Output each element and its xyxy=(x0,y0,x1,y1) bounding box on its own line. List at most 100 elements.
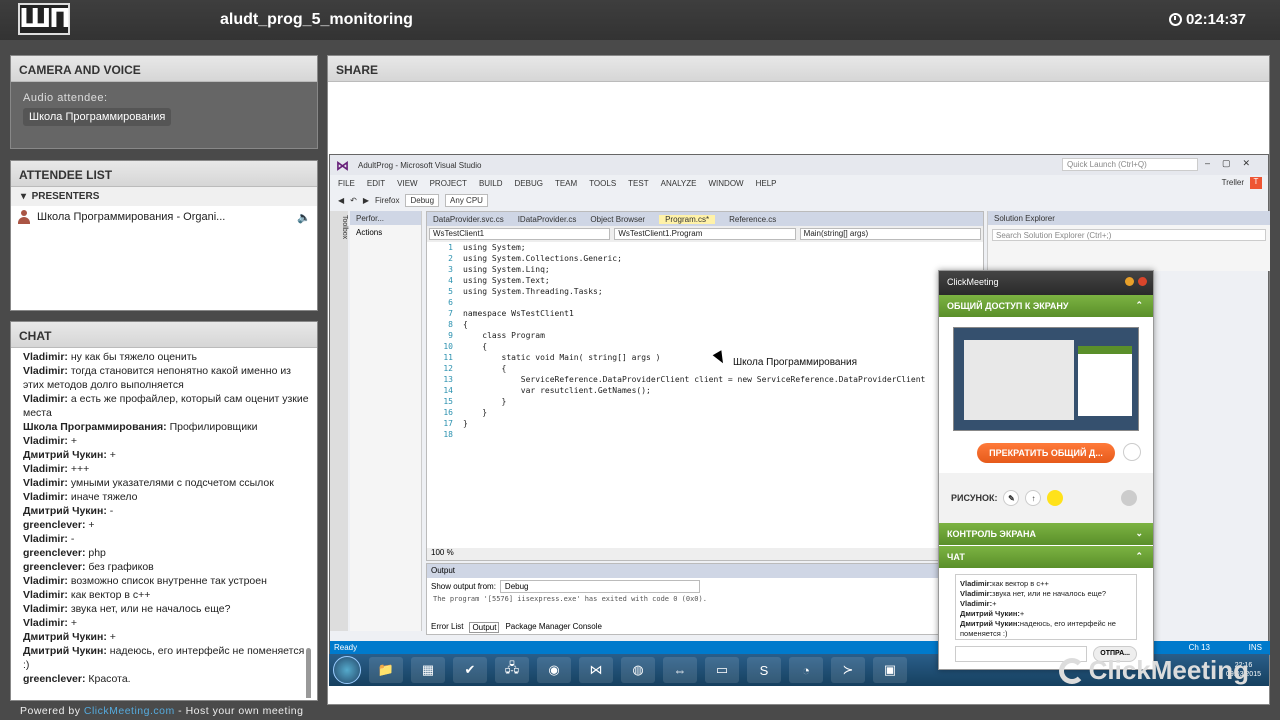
code-line: 9 class Program xyxy=(448,331,545,340)
mini-chat-log: Vladimir:как вектор в с++ Vladimir:звука … xyxy=(955,574,1137,640)
tab-output[interactable]: Output xyxy=(469,622,500,633)
code-line: 14 var resutclient.GetNames(); xyxy=(443,386,651,395)
back-icon[interactable]: ◀ xyxy=(338,196,344,205)
config-select[interactable]: Debug xyxy=(405,193,440,207)
window-icon[interactable]: ▭ xyxy=(705,657,739,683)
menu-item-tools[interactable]: TOOLS xyxy=(589,179,616,188)
menu-item-edit[interactable]: EDIT xyxy=(367,179,385,188)
code-text[interactable]: 1 using System; 2 using System.Collections.… xyxy=(427,242,983,440)
drawing-toolbar: РИСУНОК: ✎ ↑ xyxy=(939,473,1153,523)
output-source-row: Show output from: Debug xyxy=(427,578,983,595)
attendee-list-panel: ATTENDEE LIST ▾ PRESENTERS Школа Програм… xyxy=(10,160,318,311)
play-icon[interactable]: ▶ xyxy=(363,196,369,205)
zoom-level[interactable]: 100 % xyxy=(427,548,983,560)
chevron-up-icon: ⌃ xyxy=(1135,551,1143,561)
screen-control-section[interactable]: КОНТРОЛЬ ЭКРАНА ⌄ xyxy=(939,523,1153,545)
clickmeeting-link[interactable]: ClickMeeting.com xyxy=(84,705,175,717)
chat-message: Школа Программирования: Профилировщики xyxy=(23,421,258,433)
status-ins: INS xyxy=(1248,643,1262,652)
menu-item-team[interactable]: TEAM xyxy=(555,179,577,188)
menu-item-project[interactable]: PROJECT xyxy=(430,179,467,188)
menu-item-view[interactable]: VIEW xyxy=(397,179,417,188)
nav-project[interactable]: WsTestClient1 xyxy=(429,228,611,240)
code-editor[interactable]: DataProvider.svc.cs IDataProvider.cs Objec… xyxy=(426,211,984,561)
audio-attendee-name[interactable]: Школа Программирования xyxy=(23,108,172,126)
terminal-icon[interactable]: ▣ xyxy=(873,657,907,683)
stop-sharing-button[interactable]: ПРЕКРАТИТЬ ОБЩИЙ Д... xyxy=(977,443,1115,463)
menu-item-analyze[interactable]: ANALYZE xyxy=(661,179,697,188)
menu-item-help[interactable]: HELP xyxy=(756,179,777,188)
output-source-select[interactable]: Debug xyxy=(499,580,700,593)
attendee-name: Школа Программирования - Organi... xyxy=(37,211,226,223)
menu-item-test[interactable]: TEST xyxy=(628,179,648,188)
document-tab[interactable]: Program.cs* xyxy=(659,214,716,224)
editor-navbar: WsTestClient1 WsTestClient1.Program Main… xyxy=(427,226,983,242)
document-tab[interactable]: Reference.cs xyxy=(729,215,776,224)
powershell-icon[interactable]: ≻ xyxy=(831,657,865,683)
perf-tab[interactable]: Perfor... xyxy=(350,211,421,225)
chat-message: Vladimir: умными указателями с подсчетом… xyxy=(23,477,274,489)
start-button[interactable] xyxy=(333,656,361,684)
camera-voice-title: CAMERA AND VOICE xyxy=(11,56,317,82)
pencil-icon[interactable]: ✎ xyxy=(1003,490,1020,506)
remote-icon[interactable]: ⇔ xyxy=(663,657,697,683)
audio-area: Audio attendee: Школа Программирования xyxy=(11,82,317,148)
presenters-group[interactable]: ▾ PRESENTERS xyxy=(11,187,317,206)
code-line: 1 using System; xyxy=(448,243,526,252)
menu-item-file[interactable]: FILE xyxy=(338,179,355,188)
window-controls-icon[interactable]: –▢✕ xyxy=(1205,158,1262,169)
browser-select[interactable]: Firefox xyxy=(375,196,399,205)
menu-item-build[interactable]: BUILD xyxy=(479,179,503,188)
perf-actions[interactable]: Actions xyxy=(350,225,421,240)
clickmeeting-icon[interactable]: ◔ xyxy=(789,657,823,683)
document-tabs: DataProvider.svc.cs IDataProvider.cs Objec… xyxy=(427,212,983,226)
nav-member[interactable]: Main(string[] args) xyxy=(799,228,981,240)
network-icon[interactable]: 🖧 xyxy=(495,657,529,683)
document-tab[interactable]: Object Browser xyxy=(590,215,645,224)
color-picker[interactable] xyxy=(1047,490,1064,506)
arrow-icon[interactable]: ↑ xyxy=(1025,490,1042,506)
trash-icon[interactable] xyxy=(1121,490,1137,506)
vs-user[interactable]: Treller xyxy=(1222,178,1244,187)
close-icon[interactable] xyxy=(1138,277,1147,286)
solution-search-input[interactable]: Search Solution Explorer (Ctrl+;) xyxy=(992,229,1266,241)
chat-section[interactable]: ЧАТ ⌃ xyxy=(939,546,1153,568)
code-line: 12 { xyxy=(443,364,507,373)
attendee-row[interactable]: Школа Программирования - Organi... 🔈 xyxy=(11,206,317,228)
chevron-down-icon: ⌄ xyxy=(1135,528,1143,538)
clock-icon xyxy=(1168,13,1182,26)
code-line: 10 { xyxy=(443,342,488,351)
meeting-timer: 02:14:37 xyxy=(1168,11,1246,28)
shared-screen: ⋈ AdultProg - Microsoft Visual Studio Qu… xyxy=(328,82,1270,704)
document-tab[interactable]: IDataProvider.cs xyxy=(518,215,577,224)
undo-icon[interactable]: ↶ xyxy=(350,196,357,205)
clickmeeting-panel: ClickMeeting ОБЩИЙ ДОСТУП К ЭКРАНУ ⌃ ПРЕ… xyxy=(938,270,1154,670)
code-line: 8{ xyxy=(448,320,468,329)
speaker-icon[interactable]: 🔈 xyxy=(297,211,311,224)
skype-icon[interactable]: S xyxy=(747,657,781,683)
chat-scrollbar[interactable] xyxy=(306,648,311,698)
vpn-icon[interactable]: ✔ xyxy=(453,657,487,683)
chat-message: Vladimir: - xyxy=(23,533,75,545)
code-line: 18 xyxy=(443,430,453,439)
minimize-icon[interactable] xyxy=(1125,277,1134,286)
menu-item-window[interactable]: WINDOW xyxy=(709,179,744,188)
toolbox-tab[interactable]: Toolbox xyxy=(330,211,348,631)
firefox-icon[interactable]: ◍ xyxy=(621,657,655,683)
chat-message: Vladimir: иначе тяжело xyxy=(23,491,138,503)
chrome-icon[interactable]: ◉ xyxy=(537,657,571,683)
fullscreen-icon[interactable] xyxy=(1123,442,1142,461)
tab-package-manager[interactable]: Package Manager Console xyxy=(505,622,602,633)
quick-launch-input[interactable]: Quick Launch (Ctrl+Q) xyxy=(1062,158,1198,171)
nav-class[interactable]: WsTestClient1.Program xyxy=(614,228,796,240)
explorer-icon[interactable]: 📁 xyxy=(369,657,403,683)
share-screen-section[interactable]: ОБЩИЙ ДОСТУП К ЭКРАНУ ⌃ xyxy=(939,295,1153,317)
document-tab[interactable]: DataProvider.svc.cs xyxy=(433,215,504,224)
clickmeeting-logo-icon xyxy=(1058,657,1085,684)
visual-studio-icon[interactable]: ⋈ xyxy=(579,657,613,683)
menu-item-debug[interactable]: DEBUG xyxy=(515,179,543,188)
mini-chat-message: Дмитрий Чукин:+ xyxy=(960,609,1025,618)
tab-error-list[interactable]: Error List xyxy=(431,622,463,633)
platform-select[interactable]: Any CPU xyxy=(445,193,488,207)
app-icon[interactable]: ▦ xyxy=(411,657,445,683)
